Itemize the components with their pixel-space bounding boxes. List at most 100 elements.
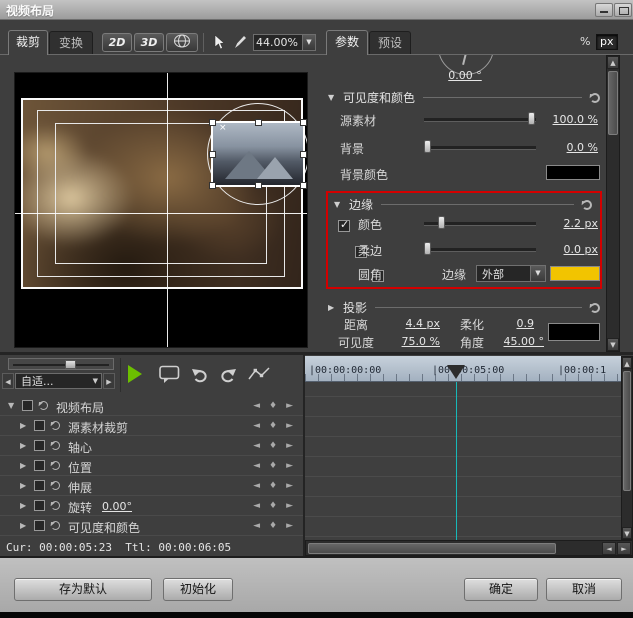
- prev-keyframe-icon[interactable]: ◄: [253, 420, 260, 432]
- soft-edge-slider[interactable]: [424, 242, 536, 255]
- unit-px-toggle[interactable]: px: [596, 34, 618, 50]
- tree-row-pivot[interactable]: ▶ 轴心 ◄♦►: [0, 436, 303, 456]
- expand-icon[interactable]: ▶: [20, 461, 26, 470]
- undo-button[interactable]: [190, 365, 212, 385]
- prev-keyframe-icon[interactable]: ◄: [253, 440, 260, 452]
- prev-keyframe-icon[interactable]: ◄: [253, 500, 260, 512]
- add-keyframe-icon[interactable]: ♦: [269, 420, 277, 432]
- expand-icon[interactable]: ▶: [328, 303, 338, 312]
- fit-preset-dropdown[interactable]: 自适... ▼: [15, 373, 102, 389]
- shadow-visibility-value[interactable]: 75.0 %: [384, 335, 440, 348]
- prev-keyframe-icon[interactable]: ◄: [253, 400, 260, 412]
- edge-mode-dropdown[interactable]: 外部 ▼: [476, 265, 546, 282]
- tab-transform[interactable]: 变换: [49, 31, 93, 54]
- unit-percent-toggle[interactable]: %: [580, 35, 590, 48]
- slider-thumb[interactable]: [424, 242, 431, 255]
- edge-color-swatch[interactable]: [550, 266, 600, 281]
- select-tool-button[interactable]: [208, 32, 229, 52]
- slider-thumb[interactable]: [528, 112, 535, 125]
- collapse-icon[interactable]: ▼: [334, 200, 344, 209]
- reset-icon[interactable]: [582, 200, 592, 210]
- prev-keyframe-icon[interactable]: ◄: [253, 460, 260, 472]
- edge-color-value[interactable]: 2.2 px: [540, 217, 598, 230]
- reset-icon[interactable]: [51, 501, 60, 510]
- add-keyframe-icon[interactable]: ♦: [269, 500, 277, 512]
- tree-row-stretch[interactable]: ▶ 伸展 ◄♦►: [0, 476, 303, 496]
- reset-icon[interactable]: [51, 441, 60, 450]
- reset-icon[interactable]: [51, 521, 60, 530]
- source-slider[interactable]: [424, 112, 536, 125]
- reset-icon[interactable]: [590, 303, 600, 313]
- row-checkbox[interactable]: [34, 500, 45, 511]
- handle-top-center[interactable]: [255, 119, 262, 126]
- slider-thumb[interactable]: [424, 140, 431, 153]
- row-checkbox[interactable]: [34, 420, 45, 431]
- next-keyframe-icon[interactable]: ►: [286, 460, 293, 472]
- shadow-color-swatch[interactable]: [548, 323, 600, 341]
- row-checkbox[interactable]: [34, 460, 45, 471]
- soft-edge-value[interactable]: 0.0 px: [540, 243, 598, 256]
- initialize-button[interactable]: 初始化: [163, 578, 233, 601]
- scroll-up-icon[interactable]: ▲: [622, 357, 632, 369]
- rotation-hot-value[interactable]: 0.00°: [102, 500, 132, 513]
- next-keyframe-icon[interactable]: ►: [286, 420, 293, 432]
- timeline-ruler[interactable]: |00:00:00:00 |00:00:05:00 |00:00:1: [305, 356, 621, 382]
- handle-bottom-right[interactable]: [300, 182, 307, 189]
- row-checkbox[interactable]: [22, 400, 33, 411]
- tab-parameters[interactable]: 参数: [326, 30, 368, 55]
- reset-icon[interactable]: [590, 93, 600, 103]
- tree-row-position[interactable]: ▶ 位置 ◄♦►: [0, 456, 303, 476]
- handle-bottom-left[interactable]: [209, 182, 216, 189]
- handle-top-left[interactable]: [209, 119, 216, 126]
- collapse-icon[interactable]: ▼: [328, 93, 338, 102]
- collapse-icon[interactable]: ▼: [8, 401, 14, 410]
- scrollbar-thumb[interactable]: [623, 371, 631, 491]
- soften-value[interactable]: 0.9: [498, 317, 534, 330]
- background-slider[interactable]: [424, 140, 536, 153]
- curve-editor-button[interactable]: [246, 364, 272, 384]
- edge-color-slider[interactable]: [424, 216, 536, 229]
- parameters-scrollbar[interactable]: ▲ ▼: [606, 55, 620, 352]
- add-keyframe-icon[interactable]: ♦: [269, 400, 277, 412]
- mode-2d-button[interactable]: 2D: [102, 33, 132, 52]
- handle-mid-left[interactable]: [209, 151, 216, 158]
- pen-tool-button[interactable]: [230, 32, 251, 52]
- maximize-button[interactable]: [614, 3, 632, 17]
- scroll-left-icon[interactable]: ◄: [602, 542, 616, 555]
- scroll-up-icon[interactable]: ▲: [607, 56, 619, 69]
- tab-crop[interactable]: 裁剪: [8, 30, 48, 55]
- slider-thumb[interactable]: [65, 360, 76, 369]
- expand-icon[interactable]: ▶: [20, 441, 26, 450]
- comment-button[interactable]: [156, 363, 182, 385]
- handle-mid-right[interactable]: [300, 151, 307, 158]
- reset-icon[interactable]: [39, 401, 48, 410]
- scroll-right-icon[interactable]: ►: [617, 542, 631, 555]
- zoom-level-field[interactable]: 44.00%: [253, 34, 303, 51]
- expand-icon[interactable]: ▶: [20, 501, 26, 510]
- timeline-vscrollbar[interactable]: ▲ ▼: [621, 356, 633, 540]
- prev-keyframe-icon[interactable]: ◄: [253, 480, 260, 492]
- scrollbar-thumb[interactable]: [308, 543, 556, 554]
- play-button[interactable]: [128, 365, 142, 383]
- overlay-clip[interactable]: ×: [211, 121, 305, 187]
- save-as-default-button[interactable]: 存为默认: [14, 578, 152, 601]
- row-checkbox[interactable]: [34, 520, 45, 531]
- expand-icon[interactable]: ▶: [20, 521, 26, 530]
- add-keyframe-icon[interactable]: ♦: [269, 520, 277, 532]
- preview-canvas[interactable]: ×: [14, 72, 308, 348]
- ok-button[interactable]: 确定: [464, 578, 538, 601]
- add-keyframe-icon[interactable]: ♦: [269, 480, 277, 492]
- row-checkbox[interactable]: [34, 480, 45, 491]
- scroll-down-icon[interactable]: ▼: [607, 338, 619, 351]
- expand-icon[interactable]: ▶: [20, 421, 26, 430]
- scrollbar-thumb[interactable]: [608, 71, 618, 135]
- add-keyframe-icon[interactable]: ♦: [269, 440, 277, 452]
- edge-color-checkbox[interactable]: [338, 220, 350, 232]
- preset-prev-button[interactable]: ◀: [2, 373, 14, 389]
- next-keyframe-icon[interactable]: ►: [286, 480, 293, 492]
- tab-presets[interactable]: 预设: [369, 31, 411, 54]
- reset-icon[interactable]: [51, 481, 60, 490]
- timeline-zoom-slider[interactable]: [8, 358, 114, 370]
- playhead-marker[interactable]: [447, 365, 465, 379]
- next-keyframe-icon[interactable]: ►: [286, 440, 293, 452]
